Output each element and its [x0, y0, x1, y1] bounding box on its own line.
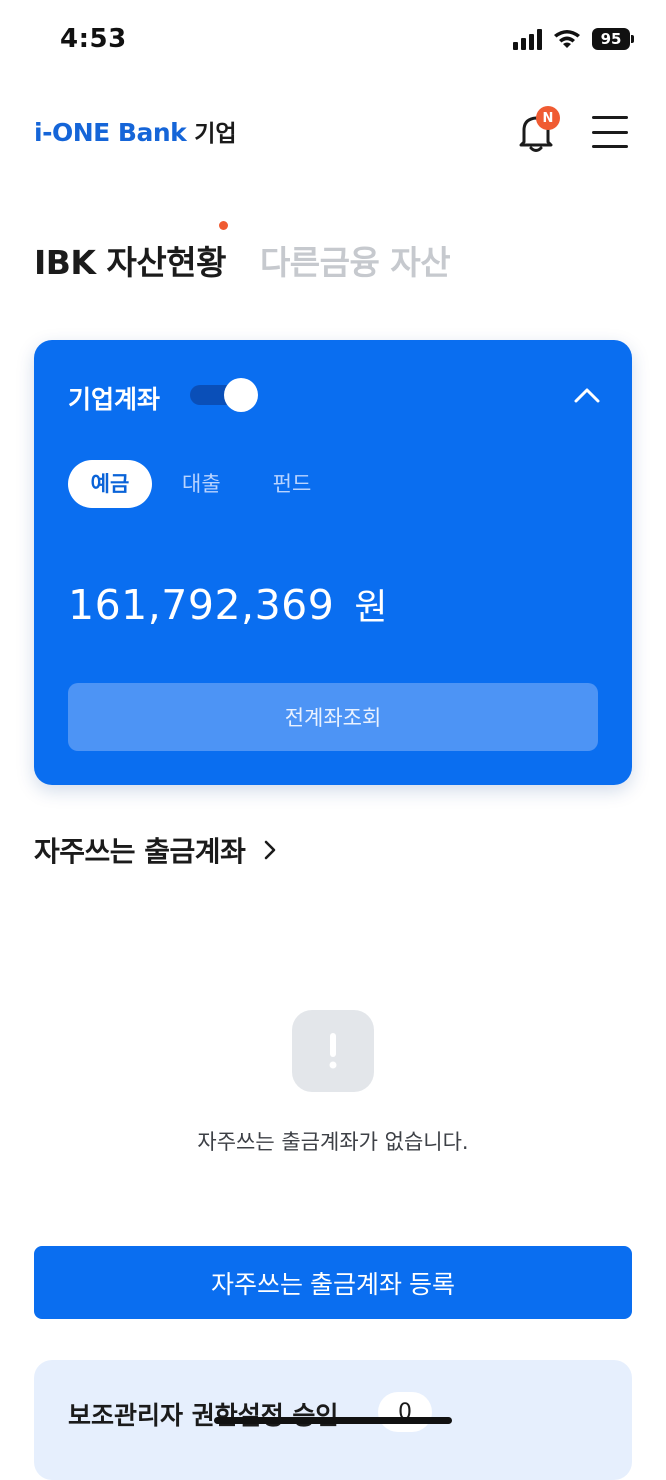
app-logo[interactable]: i-ONE Bank 기업	[34, 114, 237, 148]
battery-icon: 95	[592, 28, 634, 50]
logo-brand: i-ONE Bank	[34, 118, 187, 147]
menu-icon-line	[592, 145, 628, 148]
all-accounts-button[interactable]: 전계좌조회	[68, 683, 598, 751]
amount-row: 161,792,369 원	[68, 578, 387, 630]
chevron-up-icon	[574, 388, 600, 403]
product-tabs: 예금 대출 펀드	[68, 460, 313, 508]
wifi-icon	[552, 28, 582, 50]
chevron-right-icon	[265, 840, 276, 860]
sub-admin-count-badge: 0	[378, 1392, 432, 1432]
status-icons: 95	[513, 28, 634, 50]
tab-loan[interactable]: 대출	[180, 460, 223, 508]
tab-fund[interactable]: 펀드	[271, 460, 314, 508]
status-time: 4:53	[60, 24, 127, 54]
card-title: 기업계좌	[68, 385, 161, 414]
status-bar: 4:53 95	[0, 0, 666, 86]
notification-button[interactable]: N	[516, 106, 560, 154]
tab-other-assets[interactable]: 다른금융 자산	[259, 236, 451, 284]
menu-icon-line	[592, 130, 628, 134]
menu-icon-line	[592, 116, 628, 119]
exclamation-icon	[292, 1010, 374, 1092]
frequent-accounts-title: 자주쓰는 출금계좌	[34, 835, 246, 868]
notification-badge: N	[536, 106, 560, 130]
home-indicator	[214, 1417, 452, 1424]
empty-message: 자주쓰는 출금계좌가 없습니다.	[197, 1130, 469, 1154]
tab-ibk-assets[interactable]: IBK 자산현황	[34, 236, 226, 284]
new-indicator-dot	[219, 221, 228, 230]
asset-card: 기업계좌 예금 대출 펀드 161,792,369 원 전계좌조회	[34, 340, 632, 785]
section-tabs: IBK 자산현황 다른금융 자산	[34, 236, 451, 284]
toggle-knob	[224, 378, 258, 412]
amount-unit: 원	[354, 587, 388, 628]
app-header: i-ONE Bank 기업 N	[0, 96, 666, 166]
total-amount: 161,792,369	[68, 581, 335, 629]
cellular-signal-icon	[513, 28, 542, 50]
logo-sub: 기업	[194, 121, 237, 147]
register-frequent-account-button[interactable]: 자주쓰는 출금계좌 등록	[34, 1246, 632, 1319]
tab-deposit[interactable]: 예금	[68, 460, 152, 508]
sub-admin-label: 보조관리자 권한설정 승인	[68, 1401, 339, 1430]
collapse-button[interactable]	[572, 384, 602, 406]
tab-other-assets-label: 다른금융 자산	[259, 243, 451, 282]
frequent-accounts-header[interactable]: 자주쓰는 출금계좌	[34, 830, 277, 870]
corporate-account-toggle[interactable]	[190, 378, 258, 412]
menu-button[interactable]	[592, 116, 628, 148]
